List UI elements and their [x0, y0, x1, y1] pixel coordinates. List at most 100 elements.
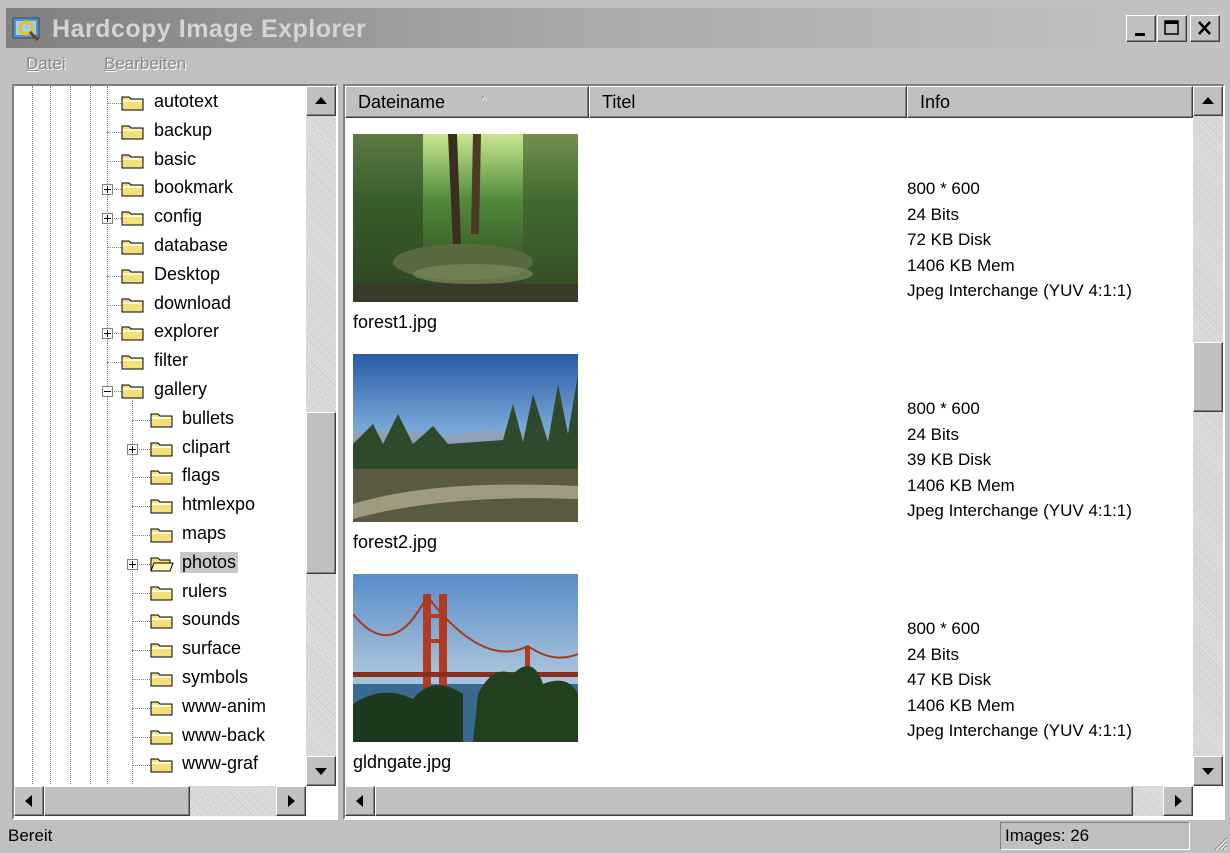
expand-icon[interactable]	[102, 184, 113, 196]
list-horizontal-scrollbar[interactable]	[345, 786, 1193, 816]
tree-branch-line	[132, 506, 150, 508]
tree-branch-line	[132, 707, 150, 709]
tree-item-www-anim[interactable]: www-anim	[14, 695, 306, 721]
tree-item-flags[interactable]: flags	[14, 464, 306, 490]
tree-branch-line	[132, 650, 150, 652]
expand-icon[interactable]	[102, 213, 113, 225]
tree-branch-line	[132, 621, 150, 623]
list-item[interactable]: forest2.jpg 800 * 600 24 Bits 39 KB Disk…	[345, 354, 1191, 574]
info-dimensions: 800 * 600	[907, 619, 980, 638]
minimize-button[interactable]	[1126, 15, 1156, 42]
image-explorer-icon	[12, 17, 40, 42]
tree-item-maps[interactable]: maps	[14, 522, 306, 548]
maximize-button[interactable]	[1157, 15, 1187, 42]
tree-item-htmlexpo[interactable]: htmlexpo	[14, 493, 306, 519]
tree-branch-line	[132, 535, 150, 536]
tree-horizontal-scrollbar[interactable]	[14, 786, 306, 816]
tree-item-bookmark[interactable]: bookmark	[14, 176, 306, 202]
column-info-label: Info	[920, 92, 951, 112]
menu-bar: Datei Bearbeiten	[6, 50, 1224, 76]
open-folder-icon	[150, 557, 174, 572]
tree-item-config[interactable]: config	[14, 205, 306, 231]
list-scroll-thumb[interactable]	[1193, 342, 1223, 412]
folder-icon	[121, 125, 144, 140]
tree-item-surface[interactable]: surface	[14, 637, 306, 663]
column-header-titel[interactable]: Titel	[589, 86, 907, 118]
tree-scroll-up-button[interactable]	[306, 86, 336, 116]
collapse-icon[interactable]	[102, 386, 113, 397]
tree-item-filter[interactable]: filter	[14, 349, 306, 375]
tree-branch-line	[132, 679, 150, 680]
list-item[interactable]: forest1.jpg 800 * 600 24 Bits 72 KB Disk…	[345, 134, 1191, 354]
image-list[interactable]: Dateiname ^ Titel Info forest1.jpg 800 *…	[343, 84, 1225, 820]
menu-bearbeiten-label: earbeiten	[115, 54, 187, 73]
resize-grip-icon[interactable]	[1210, 833, 1228, 851]
tree-vertical-scrollbar[interactable]	[306, 86, 336, 786]
folder-icon	[150, 701, 173, 716]
image-list-body: forest1.jpg 800 * 600 24 Bits 72 KB Disk…	[345, 118, 1191, 786]
folder-tree[interactable]: autotext backup basic bookmark config databas…	[12, 84, 338, 820]
info-format: Jpeg Interchange (YUV 4:1:1)	[907, 501, 1132, 520]
tree-item-www-graf[interactable]: www-graf	[14, 752, 306, 778]
menu-datei-mnemonic: D	[26, 54, 39, 73]
tree-item-desktop[interactable]: Desktop	[14, 263, 306, 289]
list-scroll-down-button[interactable]	[1193, 756, 1223, 786]
list-vertical-scrollbar[interactable]	[1193, 86, 1223, 786]
tree-item-www-back[interactable]: www-back	[14, 724, 306, 750]
tree-item-database[interactable]: database	[14, 234, 306, 260]
tree-item-gallery[interactable]: gallery	[14, 378, 306, 404]
tree-scroll-right-button[interactable]	[276, 786, 306, 816]
list-item[interactable]: gldngate.jpg 800 * 600 24 Bits 47 KB Dis…	[345, 574, 1191, 786]
info-disk: 72 KB Disk	[907, 230, 992, 249]
info-dimensions: 800 * 600	[907, 399, 980, 418]
tree-item-clipart[interactable]: clipart	[14, 436, 306, 462]
title-bar[interactable]: Hardcopy Image Explorer	[6, 8, 1224, 48]
column-header-info[interactable]: Info	[907, 86, 1193, 118]
status-text: Bereit	[8, 826, 53, 845]
tree-item-basic[interactable]: basic	[14, 148, 306, 174]
info-dimensions: 800 * 600	[907, 179, 980, 198]
folder-icon	[121, 298, 144, 313]
tree-item-rulers[interactable]: rulers	[14, 580, 306, 606]
tree-item-label: www-graf	[182, 753, 259, 774]
tree-branch-line	[132, 592, 150, 594]
tree-item-backup[interactable]: backup	[14, 119, 306, 145]
column-header-dateiname[interactable]: Dateiname ^	[345, 86, 589, 118]
tree-item-photos[interactable]: photos	[14, 551, 306, 577]
maximize-icon	[1164, 20, 1179, 35]
file-name: forest2.jpg	[353, 532, 438, 552]
tree-item-autotext[interactable]: autotext	[14, 90, 306, 116]
tree-scroll-thumb[interactable]	[306, 412, 336, 574]
info-mem: 1406 KB Mem	[907, 695, 1015, 715]
menu-datei[interactable]: Datei	[26, 54, 66, 74]
tree-scroll-left-button[interactable]	[14, 786, 44, 816]
menu-bearbeiten[interactable]: Bearbeiten	[104, 54, 186, 74]
list-hscroll-thumb[interactable]	[375, 786, 1133, 816]
tree-scroll-down-button[interactable]	[306, 756, 336, 786]
expand-icon[interactable]	[102, 328, 113, 340]
images-count: Images: 26	[1005, 826, 1090, 845]
tree-item-symbols[interactable]: symbols	[14, 666, 306, 692]
arrow-up-icon	[1202, 97, 1214, 104]
tree-item-explorer[interactable]: explorer	[14, 320, 306, 346]
tree-item-bullets[interactable]: bullets	[14, 407, 306, 433]
close-button[interactable]	[1190, 15, 1220, 42]
list-scroll-up-button[interactable]	[1193, 86, 1223, 116]
tree-branch-line	[107, 160, 121, 162]
tree-item-sounds[interactable]: sounds	[14, 608, 306, 634]
minimize-icon	[1135, 33, 1145, 36]
list-scroll-left-button[interactable]	[345, 786, 375, 816]
tree-hscroll-thumb[interactable]	[44, 786, 190, 816]
list-scroll-right-button[interactable]	[1163, 786, 1193, 816]
tree-item-download[interactable]: download	[14, 292, 306, 318]
tree-item-label: sounds	[182, 609, 241, 630]
folder-icon	[150, 614, 173, 629]
tree-item-label: filter	[154, 350, 189, 371]
tree-item-label: photos	[180, 551, 239, 573]
tree-item-label: www-back	[182, 724, 266, 745]
tree-item-label: explorer	[154, 321, 220, 342]
expand-icon[interactable]	[127, 443, 138, 455]
tree-branch-line	[132, 419, 150, 421]
expand-icon[interactable]	[127, 558, 138, 570]
folder-icon	[121, 96, 144, 111]
